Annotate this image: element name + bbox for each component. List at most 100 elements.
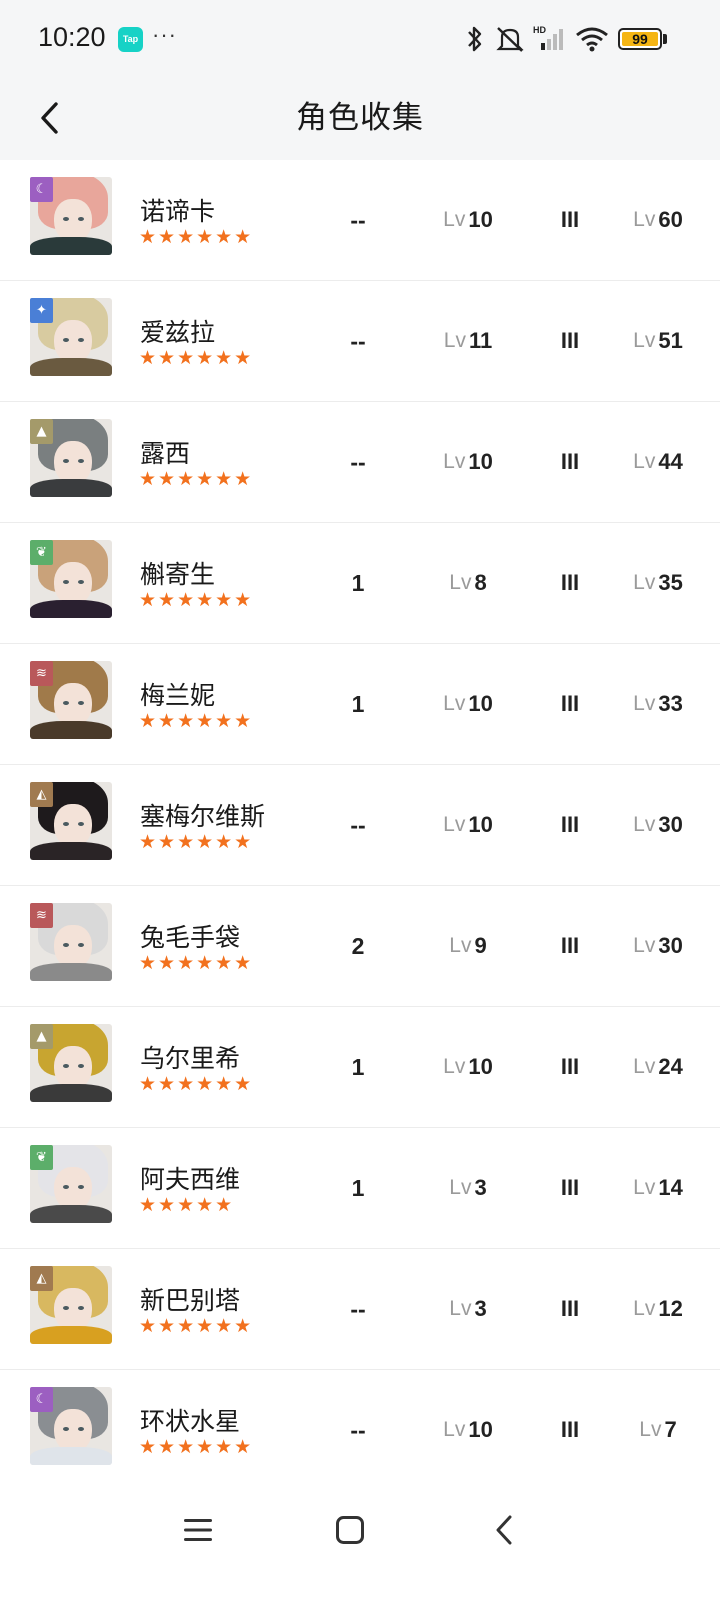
portrait-eye (78, 701, 84, 705)
lv-prefix: Lv (633, 571, 656, 594)
portrait-outfit (30, 1326, 112, 1344)
insight-value: -- (350, 1416, 366, 1443)
character-level: Lv 14 (612, 1128, 704, 1248)
skill-level: Lv 10 (418, 1007, 518, 1127)
afflatus-intellect-icon: ◭ (30, 1266, 53, 1291)
skill-level-value: 3 (474, 1296, 487, 1321)
character-row[interactable]: ▲ 乌尔里希 ★★★★★★ 1 Lv 10 III Lv 24 (0, 1007, 720, 1128)
character-level: Lv 24 (612, 1007, 704, 1127)
insight-value: -- (350, 448, 366, 475)
skill-level-value: 10 (468, 1054, 493, 1079)
lv-prefix: Lv (443, 692, 466, 715)
skill-level-value: 10 (468, 1417, 493, 1442)
character-name: 环状水星 (140, 1407, 241, 1436)
skill-level-value: 9 (474, 933, 487, 958)
home-button[interactable] (320, 1500, 380, 1560)
character-row[interactable]: ≋ 兔毛手袋 ★★★★★★ 2 Lv 9 III Lv 30 (0, 886, 720, 1007)
skill-level-value: 8 (474, 570, 487, 595)
rarity-stars: ★★★★★★ (139, 831, 254, 853)
skill-level-value: 10 (468, 812, 493, 837)
afflatus-intellect-icon: ◭ (30, 782, 53, 807)
skill-level: Lv 3 (418, 1128, 518, 1248)
rarity-stars: ★★★★★★ (139, 347, 254, 369)
lv-prefix: Lv (639, 1418, 662, 1441)
rarity-stars: ★★★★★★ (139, 1073, 254, 1095)
rarity-stars: ★★★★★★ (139, 1436, 254, 1458)
status-time: 10:20 (38, 22, 106, 52)
skill-level: Lv 10 (418, 1370, 518, 1480)
portrait-eye (63, 217, 69, 221)
lv-prefix: Lv (443, 1418, 466, 1441)
character-name: 乌尔里希 (140, 1044, 241, 1073)
character-row[interactable]: ≋ 梅兰妮 ★★★★★★ 1 Lv 10 III Lv 33 (0, 644, 720, 765)
lv-prefix: Lv (633, 1176, 656, 1199)
skill-level: Lv 10 (418, 402, 518, 522)
portrait-outfit (30, 721, 112, 739)
character-row[interactable]: ▲ 露西 ★★★★★★ -- Lv 10 III Lv 44 (0, 402, 720, 523)
insight-value: 1 (351, 569, 365, 596)
afflatus-spirit-icon: ☾ (30, 1387, 53, 1412)
portrait-eye (78, 1306, 84, 1310)
skill-level: Lv 3 (418, 1249, 518, 1369)
portrait-outfit (30, 600, 112, 618)
character-row[interactable]: ☾ 环状水星 ★★★★★★ -- Lv 10 III Lv 7 (0, 1370, 720, 1480)
portrait-eye (63, 338, 69, 342)
level-value: 44 (658, 449, 683, 474)
battery-percent: 99 (632, 31, 648, 47)
character-level: Lv 30 (612, 765, 704, 885)
insight-value: 1 (351, 1174, 365, 1201)
system-back-button[interactable] (474, 1500, 534, 1560)
character-row[interactable]: ☾ 诺谛卡 ★★★★★★ -- Lv 10 III Lv 60 (0, 160, 720, 281)
portrait-eye (78, 338, 84, 342)
mute-icon (496, 27, 524, 52)
insight-value: -- (350, 1295, 366, 1322)
portrait-outfit (30, 479, 112, 497)
phase-value: III (560, 570, 580, 595)
character-level: Lv 30 (612, 886, 704, 1006)
bluetooth-icon (468, 26, 482, 52)
battery-tip (663, 34, 667, 44)
system-nav-bar (0, 1480, 720, 1601)
portrait-eye (78, 1427, 84, 1431)
insight-value: -- (350, 327, 366, 354)
level-value: 7 (664, 1417, 677, 1442)
portrait-outfit (30, 963, 112, 981)
character-row[interactable]: ◭ 新巴别塔 ★★★★★★ -- Lv 3 III Lv 12 (0, 1249, 720, 1370)
character-level: Lv 51 (612, 281, 704, 401)
character-row[interactable]: ✦ 爱兹拉 ★★★★★★ -- Lv 11 III Lv 51 (0, 281, 720, 402)
signal-icon: HD (533, 25, 563, 50)
recents-button[interactable] (168, 1500, 228, 1560)
insight-value: 1 (351, 690, 365, 717)
lv-prefix: Lv (449, 1176, 472, 1199)
character-name: 塞梅尔维斯 (140, 802, 266, 831)
portrait-eye (78, 1185, 84, 1189)
character-level: Lv 60 (612, 160, 704, 280)
lv-prefix: Lv (449, 571, 472, 594)
character-list[interactable]: ☾ 诺谛卡 ★★★★★★ -- Lv 10 III Lv 60 ✦ 爱兹拉 ★★★★★★ -- Lv 11 I… (0, 160, 720, 1480)
character-row[interactable]: ❦ 槲寄生 ★★★★★★ 1 Lv 8 III Lv 35 (0, 523, 720, 644)
character-level: Lv 7 (612, 1370, 704, 1480)
lv-prefix: Lv (633, 934, 656, 957)
portrait-outfit (30, 842, 112, 860)
character-row[interactable]: ❦ 阿夫西维 ★★★★★ 1 Lv 3 III Lv 14 (0, 1128, 720, 1249)
portrait-eye (63, 1306, 69, 1310)
portrait-eye (78, 1064, 84, 1068)
portrait-eye (63, 943, 69, 947)
phase-value: III (560, 812, 580, 837)
character-name: 梅兰妮 (140, 681, 216, 710)
skill-level: Lv 9 (418, 886, 518, 1006)
lv-prefix: Lv (443, 208, 466, 231)
lv-prefix: Lv (633, 329, 656, 352)
skill-level-value: 11 (468, 328, 493, 353)
character-row[interactable]: ◭ 塞梅尔维斯 ★★★★★★ -- Lv 10 III Lv 30 (0, 765, 720, 886)
rarity-stars: ★★★★★★ (139, 952, 254, 974)
rarity-stars: ★★★★★★ (139, 710, 254, 732)
level-value: 12 (658, 1296, 683, 1321)
portrait-outfit (30, 1084, 112, 1102)
portrait-eye (63, 1064, 69, 1068)
portrait-eye (63, 1185, 69, 1189)
phase-value: III (560, 691, 580, 716)
lv-prefix: Lv (633, 1055, 656, 1078)
portrait-eye (63, 701, 69, 705)
skill-level: Lv 10 (418, 644, 518, 764)
